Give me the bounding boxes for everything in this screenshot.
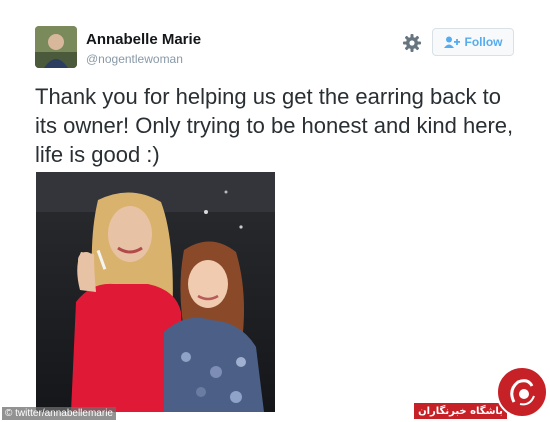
follow-button[interactable]: Follow — [432, 28, 514, 56]
avatar[interactable] — [35, 26, 77, 68]
photo-credit: © twitter/annabellemarie — [2, 407, 116, 420]
gear-icon[interactable] — [402, 33, 422, 53]
add-user-icon — [443, 36, 460, 48]
tweet-card: Annabelle Marie @nogentlewoman Follow Th… — [0, 0, 550, 422]
follow-label: Follow — [464, 35, 503, 49]
tweet-text: Thank you for helping us get the earring… — [35, 84, 514, 167]
tweet-photo[interactable] — [36, 172, 275, 412]
watermark-banner: باشگاه خبرنگاران — [414, 403, 507, 419]
user-handle[interactable]: @nogentlewoman — [86, 52, 183, 66]
user-name[interactable]: Annabelle Marie — [86, 31, 201, 48]
watermark-logo-icon — [496, 366, 548, 418]
